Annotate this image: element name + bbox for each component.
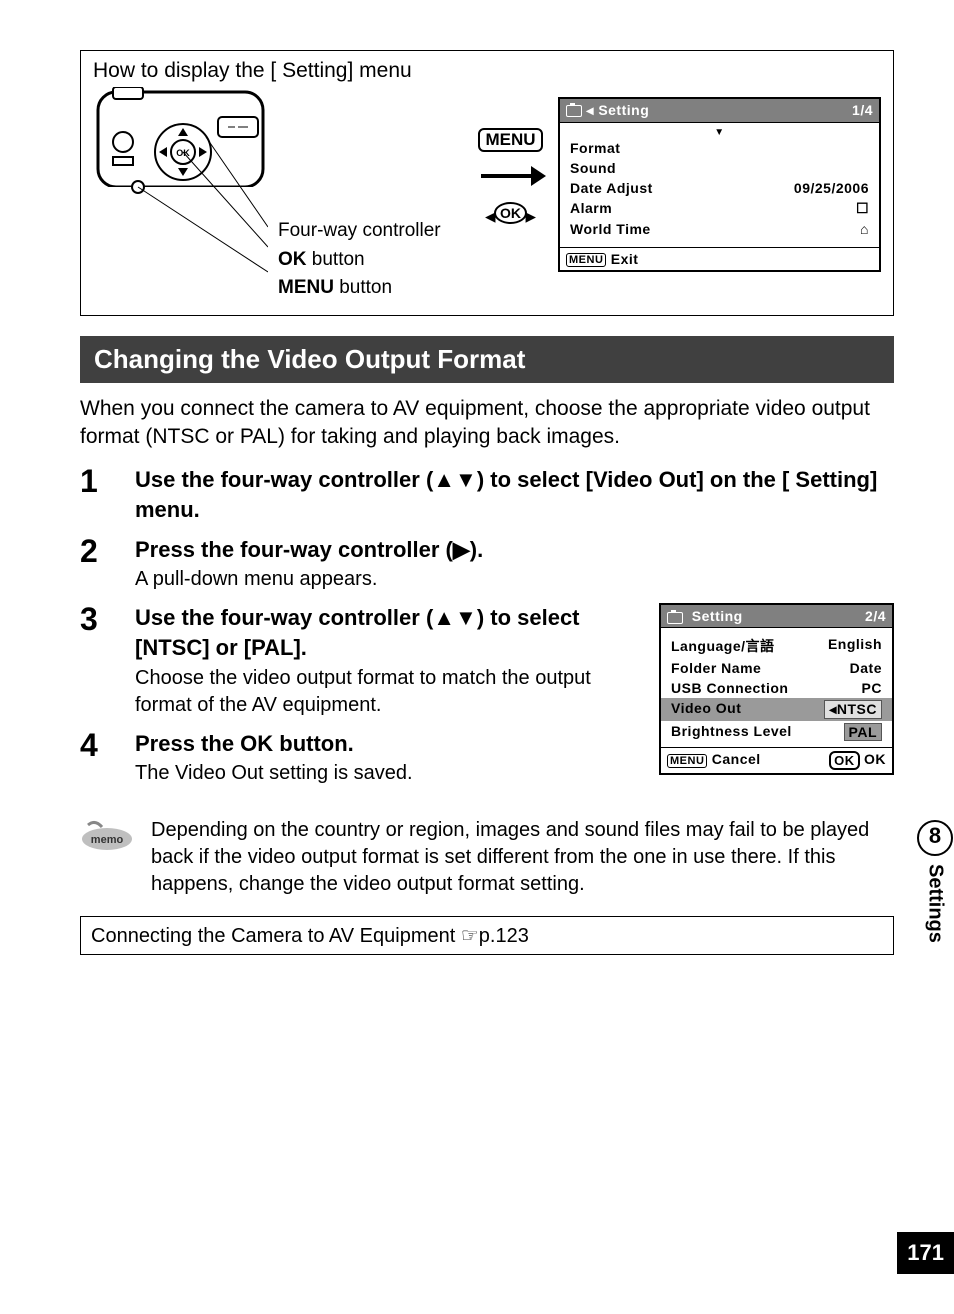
step-2-desc: A pull-down menu appears. xyxy=(135,566,894,593)
instruction-box: How to display the [ Setting] menu OK xyxy=(80,50,894,316)
callout-fourway: Four-way controller xyxy=(278,217,463,246)
lcd2-bright-label: Brightness Level xyxy=(671,723,792,741)
intro-text: When you connect the camera to AV equipm… xyxy=(80,395,894,452)
step-1: 1 Use the four-way controller (▲▼) to se… xyxy=(80,465,894,524)
section-heading: Changing the Video Output Format xyxy=(80,336,894,383)
lcd2-usb-label: USB Connection xyxy=(671,680,788,696)
memo-block: memo Depending on the country or region,… xyxy=(80,817,894,898)
step-3-desc: Choose the video output format to match … xyxy=(135,665,639,719)
lcd2-video-val: NTSC xyxy=(837,701,877,717)
lcd2-bright-val: PAL xyxy=(844,723,882,741)
step-4-desc: The Video Out setting is saved. xyxy=(135,760,639,787)
lcd2-lang-label: Language/言語 xyxy=(671,636,775,656)
ok-button-icon: ◂ OK ▸ xyxy=(494,200,527,224)
lcd1-row-world: World Time xyxy=(570,221,651,237)
lcd2-folder-label: Folder Name xyxy=(671,660,761,676)
callout-ok: OK button xyxy=(278,246,463,275)
lcd-screen-2: Setting 2/4 Language/言語English Folder Na… xyxy=(659,603,894,775)
side-tab-label: Settings xyxy=(924,864,947,943)
callout-labels: Four-way controller OK button MENU butto… xyxy=(278,87,463,303)
side-tab-num: 8 xyxy=(917,820,953,856)
step-2: 2 Press the four-way controller (▶). A p… xyxy=(80,535,894,594)
reference-box: Connecting the Camera to AV Equipment ☞p… xyxy=(80,916,894,955)
step-1-title: Use the four-way controller (▲▼) to sele… xyxy=(135,465,894,524)
lcd2-title: Setting xyxy=(692,608,743,624)
step-4: 4 Press the OK button. The Video Out set… xyxy=(80,729,639,788)
lcd2-page: 2/4 xyxy=(865,608,886,624)
lcd1-exit: Exit xyxy=(611,251,639,267)
lcd1-page: 1/4 xyxy=(852,102,873,119)
lcd1-row-alarm: Alarm xyxy=(570,200,612,217)
arrow-icon xyxy=(476,160,546,192)
side-tab: 8 Settings xyxy=(916,820,954,943)
camera-diagram: OK xyxy=(93,87,268,288)
camera-icon xyxy=(667,612,683,624)
step-3: 3 Use the four-way controller (▲▼) to se… xyxy=(80,603,639,718)
lcd1-row-date: Date Adjust xyxy=(570,180,653,196)
lcd2-cancel: Cancel xyxy=(712,751,761,767)
lcd1-title: Setting xyxy=(598,102,649,118)
step-4-title: Press the OK button. xyxy=(135,729,639,759)
camera-icon xyxy=(566,105,582,117)
lcd1-row-format: Format xyxy=(570,140,620,156)
lcd2-ok: OK xyxy=(864,751,886,767)
step-2-title: Press the four-way controller (▶). xyxy=(135,535,894,565)
memo-text: Depending on the country or region, imag… xyxy=(151,817,894,898)
step-3-title: Use the four-way controller (▲▼) to sele… xyxy=(135,603,639,662)
menu-button-icon: MENU xyxy=(478,128,542,152)
memo-icon: memo xyxy=(80,817,135,858)
instruction-title: How to display the [ Setting] menu xyxy=(93,59,881,83)
callout-menu: MENU button xyxy=(278,274,463,303)
lcd1-row-sound: Sound xyxy=(570,160,616,176)
lcd-screen-1: ◂ Setting 1/4 ▼ Format Sound Date Adjust… xyxy=(558,97,881,272)
lcd2-video-label: Video Out xyxy=(671,700,741,719)
svg-text:memo: memo xyxy=(91,834,124,846)
page-number: 171 xyxy=(897,1232,954,1274)
